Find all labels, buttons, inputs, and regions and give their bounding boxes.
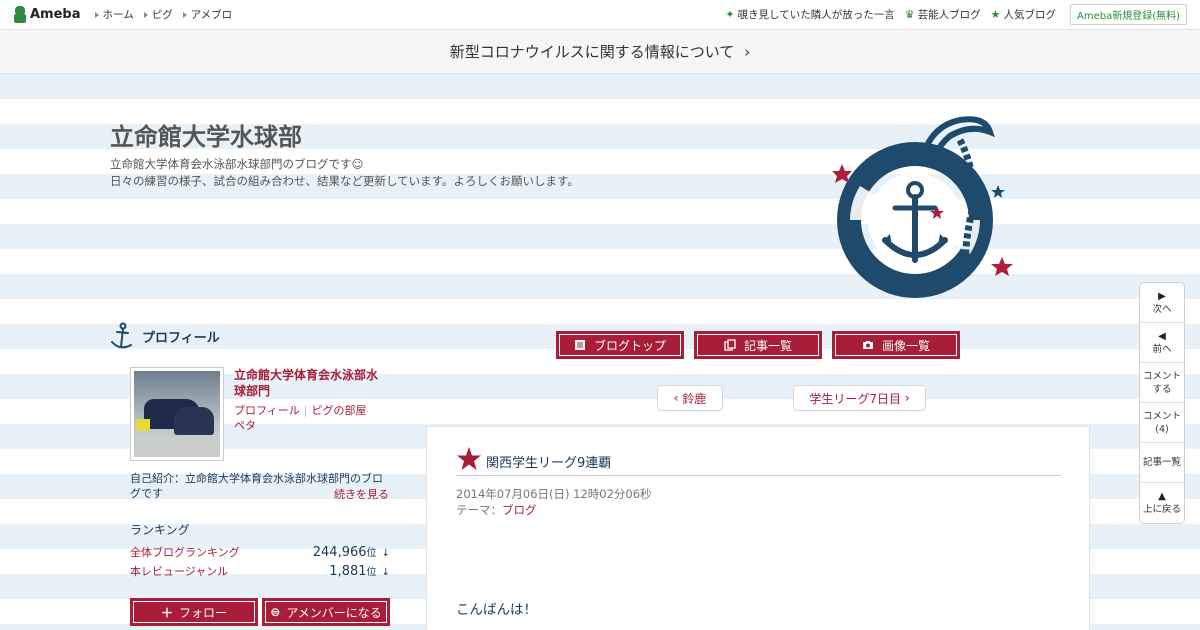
down-arrow-icon: ↓ — [381, 548, 390, 559]
celebrity-blog-link[interactable]: ♛ 芸能人ブログ — [905, 7, 981, 22]
caret-right-icon — [143, 11, 148, 18]
follow-button[interactable]: ＋フォロー — [130, 598, 258, 626]
amember-button[interactable]: ⊜ アメンバーになる — [262, 598, 390, 626]
comment-count-button[interactable]: コメント (4) — [1140, 403, 1184, 443]
down-arrow-icon: ↓ — [381, 567, 390, 578]
blog-top-button[interactable]: ブログトップ — [556, 331, 684, 359]
notice-text: 新型コロナウイルスに関する情報について — [449, 43, 735, 61]
ranking-label[interactable]: 全体ブログランキング — [130, 544, 240, 560]
article-theme: テーマ：ブログ — [456, 503, 537, 517]
blog-title[interactable]: 立命館大学水球部 — [110, 117, 302, 152]
camera-icon — [862, 341, 873, 349]
popular-blog-link[interactable]: ★ 人気ブログ — [991, 7, 1056, 22]
profile-link[interactable]: プロフィール — [234, 404, 300, 417]
profile-avatar[interactable] — [130, 367, 224, 461]
ranking-title: ランキング — [130, 523, 190, 537]
copy-icon — [724, 339, 736, 351]
caret-right-icon — [182, 11, 187, 18]
article-list-side-button[interactable]: 記事一覧 — [1140, 443, 1184, 483]
ranking-row-genre: 本レビュージャンル 1,881位 ↓ — [130, 563, 390, 579]
document-icon — [574, 340, 585, 350]
topnav-home[interactable]: ホーム — [94, 7, 134, 22]
prev-button[interactable]: ◀ 前へ — [1140, 323, 1184, 363]
next-article-link[interactable]: 学生リーグ7日目 › — [793, 385, 926, 411]
article-card: 関西学生リーグ9連覇 2014年07月06日(日) 12時02分06秒 テーマ：… — [426, 426, 1090, 630]
chevron-left-icon: ‹ — [673, 391, 683, 405]
article-list-button[interactable]: 記事一覧 — [694, 331, 822, 359]
caret-right-icon — [94, 11, 99, 18]
next-button[interactable]: ▶ 次へ — [1140, 283, 1184, 323]
plus-icon: ＋ — [160, 605, 173, 620]
article-title[interactable]: 関西学生リーグ9連覇 — [486, 452, 611, 471]
triangle-up-icon: ▲ — [1158, 491, 1166, 502]
star-icon — [457, 447, 481, 470]
ranking-label[interactable]: 本レビュージャンル — [130, 563, 228, 579]
play-right-icon: ▶ — [1158, 290, 1166, 302]
ranking-row-overall: 全体ブログランキング 244,966位 ↓ — [130, 544, 390, 560]
article-title-row: 関西学生リーグ9連覇 — [456, 447, 1061, 476]
lifebuoy-anchor-emblem — [832, 116, 1013, 298]
covid-notice-banner[interactable]: 新型コロナウイルスに関する情報について › — [0, 30, 1200, 74]
star-icon: ★ — [990, 8, 1001, 21]
profile-name-link[interactable]: 立命館大学体育会水泳部水球部門 — [234, 367, 384, 399]
amember-icon: ⊜ — [270, 605, 281, 619]
theme-link[interactable]: ブログ — [502, 503, 537, 517]
ameba-logo-icon — [13, 6, 27, 23]
peta-link[interactable]: ペタ — [234, 419, 256, 432]
read-more-link[interactable]: 続きを見る — [334, 486, 389, 502]
profile-heading: プロフィール — [110, 322, 220, 350]
prev-article-link[interactable]: ‹ 鈴鹿 — [657, 385, 723, 411]
topnav-pigg[interactable]: ピグ — [143, 7, 173, 22]
pigg-room-link[interactable]: ピグの部屋 — [312, 404, 367, 417]
topnav-ameblo[interactable]: アメブロ — [182, 7, 232, 22]
anchor-icon — [111, 322, 132, 349]
play-left-icon: ◀ — [1158, 330, 1166, 342]
article-date: 2014年07月06日(日) 12時02分06秒 — [456, 487, 652, 501]
image-list-button[interactable]: 画像一覧 — [832, 331, 960, 359]
trending-link[interactable]: ✦ 覗き見していた隣人が放った一言 — [725, 7, 894, 22]
sparkle-icon: ✦ — [725, 8, 735, 21]
ameba-logo[interactable]: Ameba — [13, 6, 81, 23]
crown-icon: ♛ — [904, 8, 915, 21]
comment-button[interactable]: コメント する — [1140, 363, 1184, 403]
article-body: こんばんは！ — [456, 602, 537, 618]
chevron-right-icon: › — [744, 42, 751, 61]
profile-links: プロフィール | ピグの部屋 ペタ — [234, 404, 367, 432]
signup-button[interactable]: Ameba新規登録(無料) — [1069, 4, 1187, 25]
side-toolbar: ▶ 次へ ◀ 前へ コメント する コメント (4) 記事一覧 ▲ 上に戻る — [1139, 282, 1185, 524]
ameba-logo-text: Ameba — [30, 7, 81, 22]
back-to-top-button[interactable]: ▲ 上に戻る — [1140, 483, 1184, 523]
top-bar: Ameba ホーム ピグ アメブロ ✦ 覗き見していた隣人が放った一言 ♛ 芸能人ブ… — [0, 0, 1200, 30]
blog-description: 立命館大学体育会水泳部水球部門のブログです☺ 日々の練習の様子、試合の組み合わせ… — [110, 157, 579, 188]
chevron-right-icon: › — [901, 391, 910, 405]
